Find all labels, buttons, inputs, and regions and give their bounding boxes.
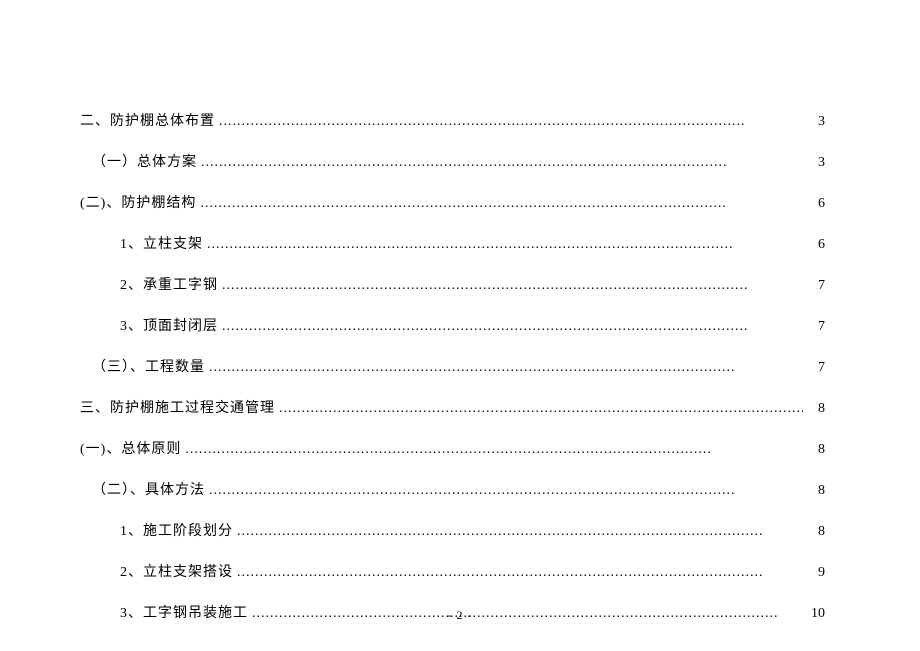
toc-entry: (一)、总体原则 8 xyxy=(80,438,825,458)
toc-entry: （三）、工程数量 7 xyxy=(80,356,825,376)
toc-dots xyxy=(207,237,803,253)
toc-label: (二)、防护棚结构 xyxy=(80,192,196,212)
toc-dots xyxy=(200,196,803,212)
toc-entry: （二）、具体方法 8 xyxy=(80,479,825,499)
page-number: - 2 - xyxy=(0,608,920,623)
toc-entry: 三、防护棚施工过程交通管理 8 xyxy=(80,397,825,417)
toc-page: 7 xyxy=(807,278,825,294)
toc-page: 8 xyxy=(807,442,825,458)
toc-page: 7 xyxy=(807,360,825,376)
toc-dots xyxy=(279,401,803,417)
toc-label: 二、防护棚总体布置 xyxy=(80,110,215,130)
toc-entry: 3、顶面封闭层 7 xyxy=(80,315,825,335)
toc-dots xyxy=(222,319,803,335)
toc-dots xyxy=(237,524,803,540)
toc-page: 3 xyxy=(807,155,825,171)
toc-label: （一）总体方案 xyxy=(92,151,197,171)
toc-dots xyxy=(209,483,803,499)
toc-page: 8 xyxy=(807,524,825,540)
toc-label: 2、承重工字钢 xyxy=(120,274,218,294)
toc-dots xyxy=(222,278,803,294)
toc-page: 3 xyxy=(807,114,825,130)
toc-label: (一)、总体原则 xyxy=(80,438,181,458)
toc-label: 2、立柱支架搭设 xyxy=(120,561,233,581)
toc-dots xyxy=(219,114,803,130)
toc-entry: （一）总体方案 3 xyxy=(80,151,825,171)
toc-page: 8 xyxy=(807,483,825,499)
toc-entry: 1、立柱支架 6 xyxy=(80,233,825,253)
toc-label: （二）、具体方法 xyxy=(92,479,205,499)
toc-container: 二、防护棚总体布置 3 （一）总体方案 3 (二)、防护棚结构 6 1、立柱支架… xyxy=(0,0,920,622)
toc-page: 8 xyxy=(807,401,825,417)
toc-label: 三、防护棚施工过程交通管理 xyxy=(80,397,275,417)
toc-dots xyxy=(185,442,803,458)
toc-dots xyxy=(201,155,803,171)
toc-entry: 1、施工阶段划分 8 xyxy=(80,520,825,540)
toc-dots xyxy=(209,360,803,376)
toc-entry: 2、立柱支架搭设 9 xyxy=(80,561,825,581)
toc-entry: 二、防护棚总体布置 3 xyxy=(80,110,825,130)
toc-label: 1、施工阶段划分 xyxy=(120,520,233,540)
toc-label: 1、立柱支架 xyxy=(120,233,203,253)
toc-page: 6 xyxy=(807,237,825,253)
toc-page: 7 xyxy=(807,319,825,335)
toc-label: 3、顶面封闭层 xyxy=(120,315,218,335)
toc-page: 9 xyxy=(807,565,825,581)
toc-entry: (二)、防护棚结构 6 xyxy=(80,192,825,212)
toc-dots xyxy=(237,565,803,581)
toc-entry: 2、承重工字钢 7 xyxy=(80,274,825,294)
toc-label: （三）、工程数量 xyxy=(92,356,205,376)
toc-page: 6 xyxy=(807,196,825,212)
